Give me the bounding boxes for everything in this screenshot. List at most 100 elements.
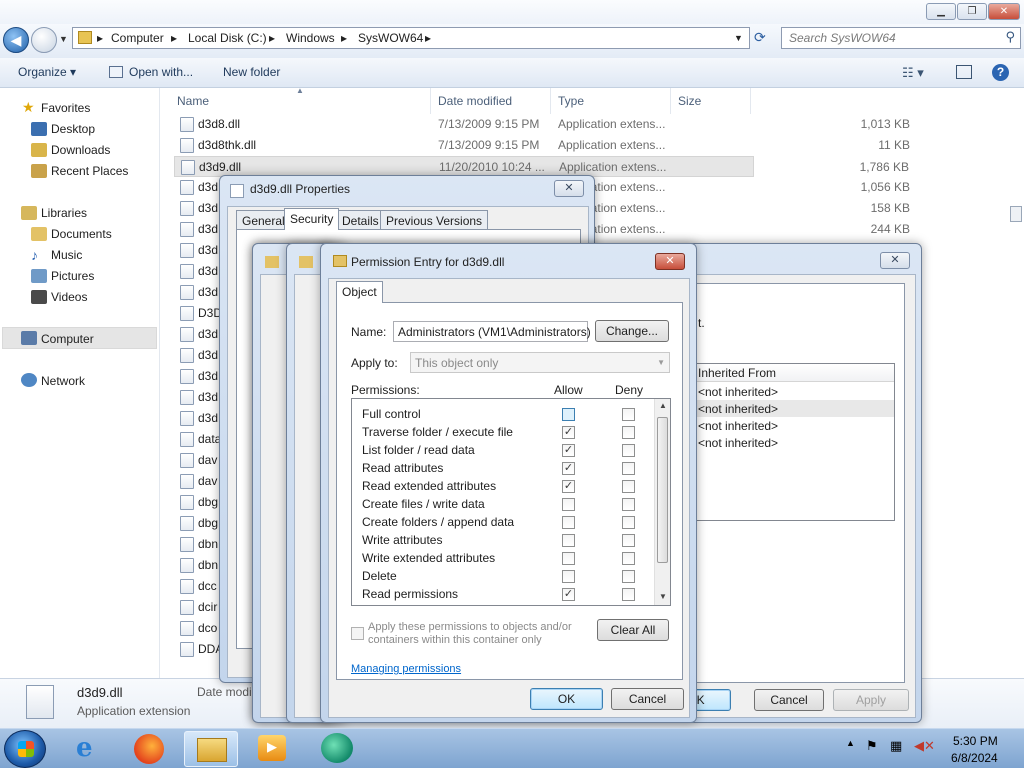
nav-pictures[interactable]: Pictures <box>51 269 94 283</box>
deny-checkbox[interactable] <box>622 498 635 511</box>
address-dropdown-icon[interactable]: ▼ <box>734 33 743 43</box>
ok-button[interactable]: OK <box>530 688 603 710</box>
apply-to-select[interactable]: This object only ▼ <box>410 352 670 373</box>
start-button[interactable] <box>4 730 46 768</box>
breadcrumb-windows[interactable]: Windows <box>286 31 335 45</box>
refresh-icon[interactable]: ⟳ <box>754 29 766 46</box>
column-date-modified[interactable]: Date modified <box>438 94 512 108</box>
table-row[interactable]: d3d9.dll 11/20/2010 10:24 ... Application … <box>174 156 909 177</box>
open-with-button[interactable]: Open with... <box>129 65 193 79</box>
allow-checkbox[interactable] <box>562 516 575 529</box>
clear-all-button[interactable]: Clear All <box>597 619 669 641</box>
managing-permissions-link[interactable]: Managing permissions <box>351 663 461 675</box>
deny-checkbox[interactable] <box>622 534 635 547</box>
breadcrumb-separator-icon[interactable]: ▸ <box>97 31 103 45</box>
allow-checkbox[interactable]: ✓ <box>562 480 575 493</box>
table-row[interactable]: d3d8thk.dll 7/13/2009 9:15 PM Application … <box>174 135 910 156</box>
breadcrumb-local-disk[interactable]: Local Disk (C:) <box>188 31 267 45</box>
allow-checkbox[interactable] <box>562 498 575 511</box>
table-row[interactable]: d3d8.dll 7/13/2009 9:15 PM Application ext… <box>174 114 910 135</box>
help-icon[interactable]: ? <box>992 64 1009 81</box>
advanced-cancel-button[interactable]: Cancel <box>754 689 824 711</box>
change-button[interactable]: Change... <box>595 320 669 342</box>
breadcrumb-syswow64[interactable]: SysWOW64 <box>358 31 423 45</box>
close-button[interactable]: ✕ <box>988 3 1020 20</box>
nav-music[interactable]: Music <box>51 248 82 262</box>
view-options-icon[interactable]: ☷ ▾ <box>902 65 924 81</box>
column-type[interactable]: Type <box>558 94 584 108</box>
app-icon[interactable] <box>321 733 353 763</box>
search-input[interactable]: Search SysWOW64 ⚲ <box>781 27 1021 49</box>
scroll-up-icon[interactable]: ▲ <box>659 401 667 410</box>
tab-general[interactable]: General <box>236 210 291 230</box>
scroll-down-icon[interactable]: ▼ <box>659 592 667 601</box>
allow-checkbox[interactable] <box>562 534 575 547</box>
deny-checkbox[interactable] <box>622 480 635 493</box>
nav-videos[interactable]: Videos <box>51 290 87 304</box>
advanced-apply-button[interactable]: Apply <box>833 689 909 711</box>
nav-computer[interactable]: Computer <box>41 332 94 346</box>
list-item[interactable]: <not inherited> <box>698 402 778 416</box>
nav-downloads[interactable]: Downloads <box>51 143 110 157</box>
explorer-taskbar-button[interactable] <box>184 731 238 767</box>
scrollbar-thumb[interactable] <box>1010 206 1022 222</box>
deny-checkbox[interactable] <box>622 444 635 457</box>
permission-entry-close-button[interactable]: ✕ <box>655 253 685 270</box>
scrollbar-thumb[interactable] <box>657 417 668 563</box>
breadcrumb-separator-icon[interactable]: ▸ <box>171 31 177 45</box>
properties-close-button[interactable]: ✕ <box>554 180 584 197</box>
allow-checkbox[interactable] <box>562 408 575 421</box>
maximize-button[interactable]: ❐ <box>957 3 987 20</box>
list-item[interactable]: <not inherited> <box>698 385 778 399</box>
deny-checkbox[interactable] <box>622 516 635 529</box>
nav-favorites[interactable]: Favorites <box>41 101 90 115</box>
deny-checkbox[interactable] <box>622 408 635 421</box>
deny-checkbox[interactable] <box>622 426 635 439</box>
internet-explorer-icon[interactable]: e <box>70 733 110 765</box>
clock-time[interactable]: 5:30 PM <box>953 734 998 748</box>
inherited-from-header[interactable]: Inherited From <box>698 366 776 380</box>
allow-checkbox[interactable]: ✓ <box>562 426 575 439</box>
breadcrumb-computer[interactable]: Computer <box>111 31 164 45</box>
name-field[interactable]: Administrators (VM1\Administrators) <box>393 321 591 342</box>
nav-documents[interactable]: Documents <box>51 227 112 241</box>
allow-checkbox[interactable]: ✓ <box>562 588 575 601</box>
deny-checkbox[interactable] <box>622 588 635 601</box>
clock-date[interactable]: 6/8/2024 <box>951 751 998 765</box>
tab-details[interactable]: Details <box>336 210 385 230</box>
apply-children-checkbox[interactable] <box>351 627 364 640</box>
cancel-button[interactable]: Cancel <box>611 688 684 710</box>
breadcrumb-separator-icon[interactable]: ▸ <box>341 31 347 45</box>
column-name[interactable]: Name <box>177 94 209 108</box>
column-size[interactable]: Size <box>678 94 701 108</box>
media-player-icon[interactable]: ▶ <box>258 735 286 761</box>
minimize-button[interactable]: ▁ <box>926 3 956 20</box>
back-button[interactable]: ◀ <box>3 27 29 53</box>
search-icon[interactable]: ⚲ <box>1005 29 1015 45</box>
list-item[interactable]: <not inherited> <box>698 436 778 450</box>
preview-pane-icon[interactable] <box>956 65 972 79</box>
tab-security[interactable]: Security <box>284 208 340 230</box>
allow-checkbox[interactable] <box>562 570 575 583</box>
organize-button[interactable]: Organize ▾ <box>18 65 76 79</box>
allow-checkbox[interactable] <box>562 552 575 565</box>
nav-libraries[interactable]: Libraries <box>41 206 87 220</box>
permissions-scrollbar[interactable]: ▲ ▼ <box>654 399 670 605</box>
allow-checkbox[interactable]: ✓ <box>562 462 575 475</box>
list-item[interactable]: <not inherited> <box>698 419 778 433</box>
breadcrumb-separator-icon[interactable]: ▸ <box>425 31 431 45</box>
address-bar[interactable]: ▸ Computer ▸ Local Disk (C:) ▸ Windows ▸… <box>72 27 750 49</box>
deny-checkbox[interactable] <box>622 462 635 475</box>
deny-checkbox[interactable] <box>622 570 635 583</box>
allow-checkbox[interactable]: ✓ <box>562 444 575 457</box>
firefox-icon[interactable] <box>134 734 164 764</box>
nav-network[interactable]: Network <box>41 374 85 388</box>
forward-button[interactable] <box>31 27 57 53</box>
new-folder-button[interactable]: New folder <box>223 65 280 79</box>
network-tray-icon[interactable]: ▦ <box>890 738 902 754</box>
nav-desktop[interactable]: Desktop <box>51 122 95 136</box>
deny-checkbox[interactable] <box>622 552 635 565</box>
advanced-close-button[interactable]: ✕ <box>880 252 910 269</box>
show-hidden-icons-icon[interactable]: ▲ <box>846 738 855 748</box>
nav-recent-places[interactable]: Recent Places <box>51 164 128 178</box>
